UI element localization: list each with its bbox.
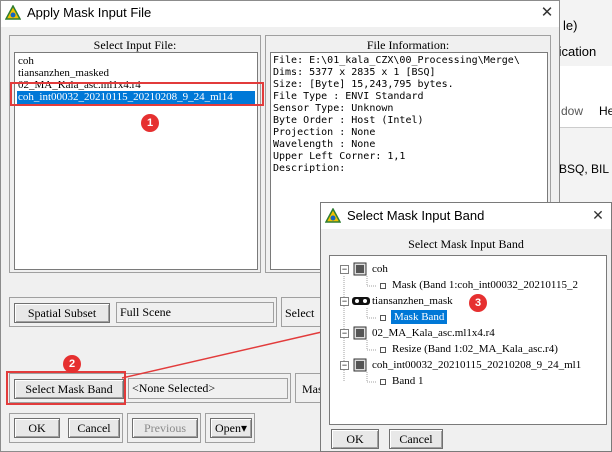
info-line: Byte Order : Host (Intel) [273, 115, 424, 126]
raster-file-icon [353, 262, 367, 276]
tree-node-file[interactable]: tiansanzhen_mask [372, 295, 453, 307]
band-leaf-icon [380, 347, 386, 353]
open-menu-button[interactable]: Open▾ [210, 418, 252, 438]
collapse-toggle-icon[interactable]: − [340, 297, 349, 306]
band-leaf-icon [380, 315, 386, 321]
close-icon[interactable]: ✕ [589, 206, 607, 224]
bg-text-fragment: He [599, 104, 612, 118]
list-item[interactable]: tiansanzhen_masked [18, 67, 109, 79]
info-line: Dims: 5377 x 2835 x 1 [BSQ] [273, 67, 436, 78]
annotation-highlight-input-file [10, 82, 264, 106]
close-icon[interactable]: ✕ [537, 3, 557, 23]
previous-button[interactable]: Previous [132, 418, 198, 438]
tree-node-band-selected[interactable]: Mask Band [391, 310, 448, 324]
select-input-file-label: Select Input File: [93, 38, 177, 52]
band-ok-cancel-group: OK Cancel [329, 427, 447, 451]
raster-file-icon [353, 358, 367, 372]
dialog-title: Select Mask Input Band [347, 208, 485, 223]
bg-text-fragment: dow [561, 104, 584, 118]
cancel-button[interactable]: Cancel [68, 418, 120, 438]
raster-file-icon [353, 326, 367, 340]
mask-file-icon [352, 297, 370, 305]
tree-node-file[interactable]: coh_int00032_20210115_20210208_9_24_ml1 [372, 359, 581, 371]
tree-node-file[interactable]: 02_MA_Kala_asc.ml1x4.r4 [372, 327, 495, 339]
bg-text-fragment: fication [555, 44, 597, 59]
tree-node-band[interactable]: Mask (Band 1:coh_int00032_20210115_2 [392, 279, 578, 291]
annotation-highlight-mask-band-button [6, 371, 126, 405]
title-bar[interactable]: Apply Mask Input File ✕ [1, 1, 559, 27]
info-line: Sensor Type: Unknown [273, 103, 394, 114]
annotation-badge-1: 1 [141, 114, 159, 132]
ok-cancel-group: OK Cancel [9, 413, 123, 443]
list-item[interactable]: coh [18, 55, 34, 67]
band-dialog-header: Select Mask Input Band [408, 237, 524, 251]
collapse-toggle-icon[interactable]: − [340, 329, 349, 338]
bg-text-fragment: BSQ, BIL [559, 162, 610, 176]
band-leaf-icon [380, 379, 386, 385]
bg-panel [559, 66, 612, 128]
info-line: Description: [273, 163, 346, 174]
info-line: Upper Left Corner: 1,1 [273, 151, 406, 162]
info-line: Wavelength : None [273, 139, 376, 150]
tree-node-band[interactable]: Resize (Band 1:02_MA_Kala_asc.r4) [392, 343, 558, 355]
info-line: Projection : None [273, 127, 376, 138]
annotation-badge-3: 3 [469, 294, 487, 312]
info-line: File: E:\01_kala_CZX\00_Processing\Merge… [273, 55, 520, 66]
band-leaf-icon [380, 283, 386, 289]
tree-node-file[interactable]: coh [372, 263, 388, 275]
select-partial-label: Select [285, 306, 315, 320]
tree-node-band[interactable]: Band 1 [392, 375, 423, 387]
select-input-file-group: Select Input File: coh tiansanzhen_maske… [9, 35, 261, 273]
ok-button[interactable]: OK [331, 429, 379, 449]
band-tree[interactable]: − coh Mask (Band 1:coh_int00032_20210115… [329, 255, 607, 425]
spatial-subset-button[interactable]: Spatial Subset [14, 303, 110, 323]
collapse-toggle-icon[interactable]: − [340, 361, 349, 370]
info-line: File Type : ENVI Standard [273, 91, 424, 102]
previous-group: Previous [127, 413, 201, 443]
dialog-title: Apply Mask Input File [27, 5, 152, 20]
annotation-badge-2: 2 [63, 355, 81, 373]
dropdown-arrow-icon: ▾ [240, 421, 248, 435]
open-label: Open [214, 421, 241, 435]
collapse-toggle-icon[interactable]: − [340, 265, 349, 274]
ok-button[interactable]: OK [14, 418, 60, 438]
envi-app-icon [325, 208, 341, 223]
open-group: Open▾ [205, 413, 255, 443]
envi-app-icon [5, 5, 21, 20]
cancel-button[interactable]: Cancel [389, 429, 443, 449]
bg-text-fragment: le) [563, 18, 578, 33]
info-line: Size: [Byte] 15,243,795 bytes. [273, 79, 454, 90]
select-mask-input-band-dialog: Select Mask Input Band ✕ Select Mask Inp… [320, 202, 612, 452]
file-information-label: File Information: [366, 38, 450, 52]
annotation-arrow-icon [121, 326, 332, 379]
title-bar[interactable]: Select Mask Input Band ✕ [321, 203, 611, 229]
